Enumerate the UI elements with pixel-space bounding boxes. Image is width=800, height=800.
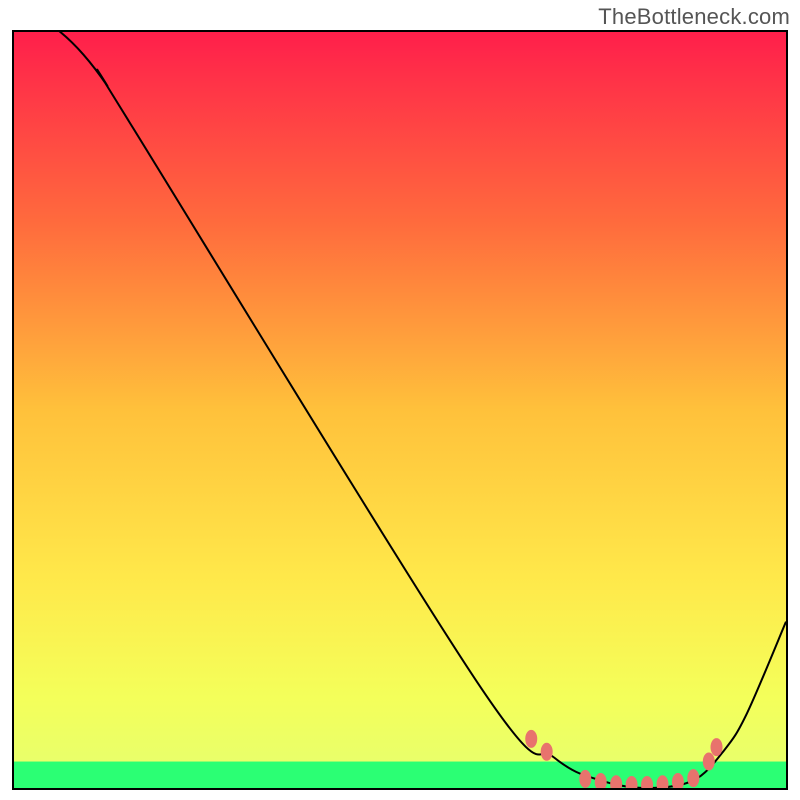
bottleneck-chart: [12, 30, 788, 790]
curve-marker: [687, 769, 699, 787]
curve-marker: [541, 743, 553, 761]
curve-marker: [525, 730, 537, 748]
curve-marker: [711, 738, 723, 756]
green-band: [14, 762, 786, 788]
watermark-text: TheBottleneck.com: [598, 4, 790, 30]
curve-marker: [703, 753, 715, 771]
gradient-background: [14, 32, 786, 788]
chart-svg: [14, 32, 786, 788]
curve-marker: [579, 770, 591, 788]
